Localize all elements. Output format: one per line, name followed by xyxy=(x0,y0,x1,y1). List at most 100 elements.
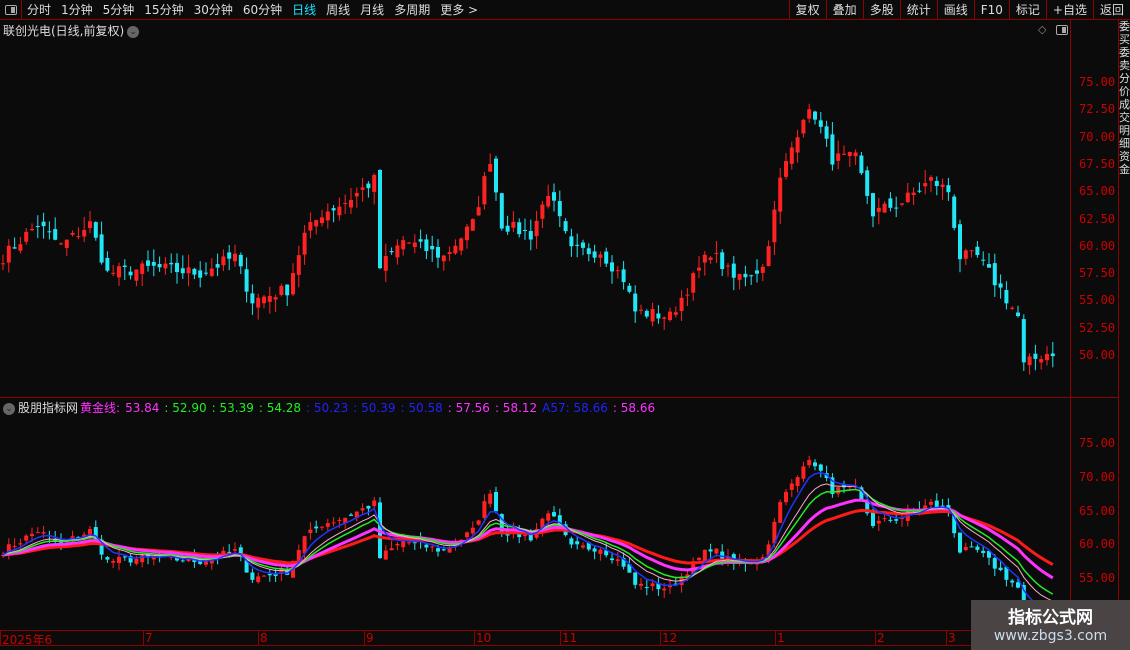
candle xyxy=(233,253,237,262)
price-tick: 52.50 xyxy=(1079,320,1116,335)
indicator-tick: 60.00 xyxy=(1079,537,1116,552)
candle xyxy=(175,262,179,273)
indicator-candle xyxy=(720,551,725,559)
candle xyxy=(308,222,313,231)
indicator-candle xyxy=(447,548,452,553)
candle xyxy=(447,252,452,254)
candle xyxy=(441,255,446,262)
candle xyxy=(459,238,464,251)
price-tick: 62.50 xyxy=(1079,211,1116,226)
candle xyxy=(894,207,899,209)
indicator-candle xyxy=(366,505,371,509)
price-tick: 70.00 xyxy=(1079,129,1116,144)
candle xyxy=(511,221,516,228)
indicator-candle xyxy=(465,532,469,538)
indicator-candle xyxy=(476,520,481,525)
candle xyxy=(685,294,690,296)
candle xyxy=(267,295,272,302)
indicator-candle xyxy=(714,548,719,554)
date-label: 10 xyxy=(474,631,492,646)
candle xyxy=(789,147,794,164)
indicator-candle xyxy=(581,545,585,548)
indicator-candle xyxy=(610,558,614,561)
candle xyxy=(215,264,220,268)
kline-chart[interactable] xyxy=(0,0,1070,630)
indicator-name[interactable]: 股朋指标网 xyxy=(18,401,78,415)
candle xyxy=(401,240,406,250)
candle xyxy=(296,255,301,275)
candle xyxy=(47,231,52,233)
indicator-candle xyxy=(267,573,272,576)
indicator-candle xyxy=(349,514,353,516)
candle xyxy=(888,198,893,208)
candle xyxy=(105,257,110,271)
candle xyxy=(262,296,266,304)
indicator-candle xyxy=(575,541,580,545)
candle xyxy=(836,153,841,161)
candle xyxy=(1004,290,1009,304)
candle xyxy=(534,220,539,237)
candle xyxy=(343,203,348,205)
indicator-candle xyxy=(140,555,145,563)
candle xyxy=(865,170,870,196)
candle xyxy=(598,254,603,258)
indicator-candle xyxy=(360,508,365,511)
candle xyxy=(186,267,191,274)
date-label: 2 xyxy=(875,631,885,646)
candle xyxy=(772,209,777,243)
candle xyxy=(227,252,232,259)
candle xyxy=(523,230,527,232)
candle xyxy=(146,260,150,266)
indicator-candle xyxy=(256,576,261,583)
candle xyxy=(30,228,34,231)
indicator-candle xyxy=(888,519,893,521)
candle xyxy=(76,236,81,238)
indicator-candle xyxy=(262,575,266,577)
candle xyxy=(41,221,46,227)
indicator-candle xyxy=(383,550,388,560)
candle xyxy=(273,297,278,300)
chevron-down-icon[interactable]: ⌄ xyxy=(3,402,15,415)
price-tick: 65.00 xyxy=(1079,184,1116,199)
indicator-value: : 50.39 xyxy=(353,401,396,415)
candle xyxy=(499,193,504,229)
indicator-candle xyxy=(615,559,620,561)
candle xyxy=(412,242,417,248)
indicator-candle xyxy=(250,572,255,580)
toolbar-button[interactable]: 返回 xyxy=(1092,0,1130,20)
candle xyxy=(592,251,597,258)
indicator-candle xyxy=(958,532,962,553)
indicator-candle xyxy=(134,558,139,564)
candle xyxy=(250,293,255,304)
candle xyxy=(331,208,336,211)
indicator-candle xyxy=(784,491,788,503)
indicator-candle xyxy=(424,544,429,548)
candle xyxy=(714,252,719,254)
indicator-label: 黄金线: xyxy=(80,401,121,415)
pane-divider[interactable] xyxy=(0,397,1118,398)
candle xyxy=(691,273,696,293)
candle xyxy=(204,272,208,274)
indicator-candle xyxy=(975,546,980,550)
candle xyxy=(325,211,330,221)
watermark: 指标公式网 www.zbgs3.com xyxy=(971,600,1130,650)
indicator-candle xyxy=(778,502,783,523)
indicator-candle xyxy=(12,545,17,547)
indicator-candle xyxy=(24,535,29,541)
side-tabs[interactable]: 委买委卖分价成交明细资金 xyxy=(1118,20,1130,630)
candle xyxy=(610,262,614,272)
candle xyxy=(847,151,852,157)
candle xyxy=(859,155,864,174)
candle xyxy=(140,263,145,274)
candle xyxy=(383,256,388,271)
indicator-candle xyxy=(818,464,823,471)
candle xyxy=(795,137,800,153)
indicator-candle xyxy=(633,572,638,585)
indicator-candle xyxy=(372,500,377,507)
candle xyxy=(644,310,649,317)
candle xyxy=(905,192,910,203)
candle xyxy=(424,239,429,252)
watermark-url: www.zbgs3.com xyxy=(993,628,1108,644)
candle xyxy=(934,180,939,187)
candle xyxy=(395,245,400,258)
